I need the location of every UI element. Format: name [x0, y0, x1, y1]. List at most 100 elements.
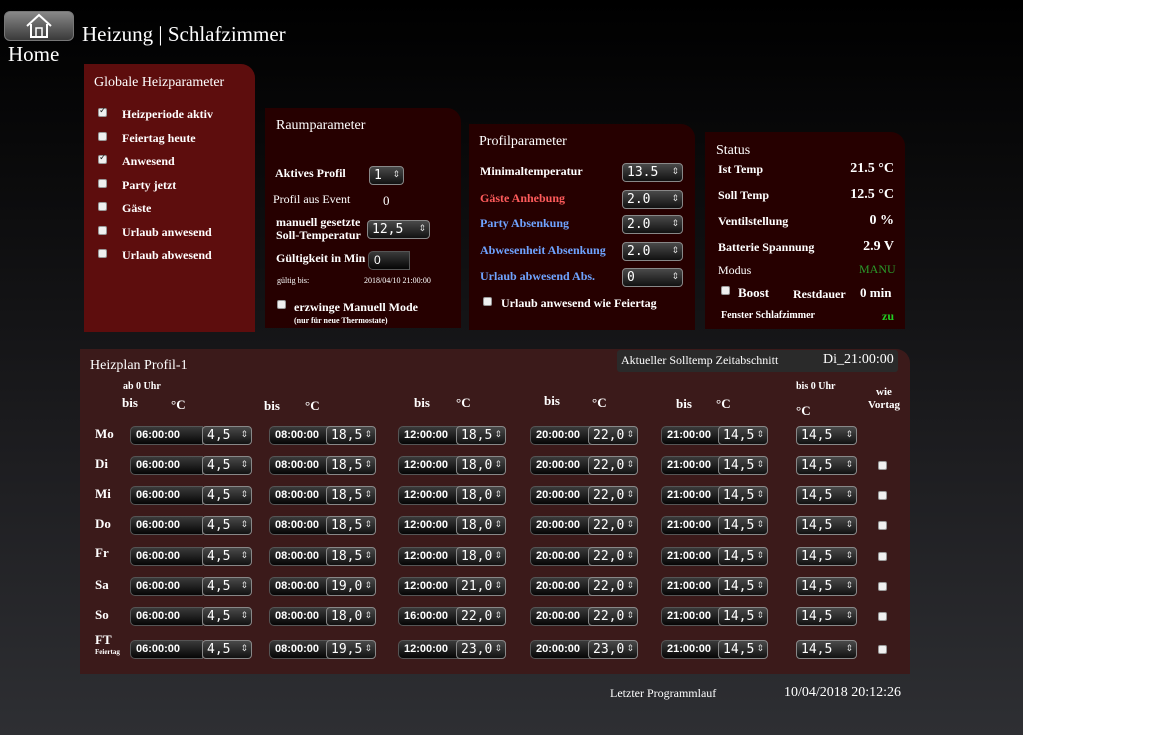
- temp-select-sa-0[interactable]: 4,5: [202, 577, 252, 596]
- manual-temp-select[interactable]: 12,5: [367, 220, 430, 239]
- temp-select-di-5[interactable]: 14,5: [796, 456, 857, 475]
- temp-select-mo-1[interactable]: 18,5: [326, 426, 376, 445]
- temp-select-mi-0[interactable]: 4,5: [202, 486, 252, 505]
- temp-select-do-1[interactable]: 18,5: [326, 516, 376, 535]
- home-button[interactable]: [4, 11, 74, 41]
- temp-select-so-2[interactable]: 22,0: [456, 607, 506, 626]
- mode-value: MANU: [859, 262, 896, 276]
- temp-select-so-1[interactable]: 18,0: [326, 607, 376, 626]
- temp-select-sa-1[interactable]: 19,0: [326, 577, 376, 596]
- temp-select-so-3[interactable]: 22,0: [588, 607, 638, 626]
- profile-row-select-0[interactable]: 13.5: [622, 163, 683, 182]
- temp-select-do-4[interactable]: 14,5: [718, 516, 768, 535]
- global-checkbox-4[interactable]: [98, 202, 107, 211]
- temp-select-ft-4[interactable]: 14,5: [718, 640, 768, 659]
- temp-select-do-3[interactable]: 22,0: [588, 516, 638, 535]
- profile-panel-title: Profilparameter: [479, 134, 567, 149]
- temp-select-do-2[interactable]: 18,0: [456, 516, 506, 535]
- temp-select-so-5[interactable]: 14,5: [796, 607, 857, 626]
- temp-select-mo-4[interactable]: 14,5: [718, 426, 768, 445]
- force-manual-note: (nur für neue Thermostate): [294, 316, 388, 325]
- global-checkbox-1[interactable]: [98, 132, 107, 141]
- temp-select-mi-3[interactable]: 22,0: [588, 486, 638, 505]
- temp-select-fr-2[interactable]: 18,0: [456, 547, 506, 566]
- time-input-do-0[interactable]: 06:00:00: [130, 516, 203, 535]
- global-checkbox-6[interactable]: [98, 249, 107, 258]
- temp-select-di-3[interactable]: 22,0: [588, 456, 638, 475]
- same-as-prev-checkbox-do[interactable]: [878, 521, 887, 530]
- temp-select-mo-5[interactable]: 14,5: [796, 426, 857, 445]
- remaining-label: Restdauer: [793, 287, 846, 301]
- validity-input[interactable]: 0: [368, 251, 410, 270]
- global-checkbox-3[interactable]: [98, 179, 107, 188]
- profile-row-select-3[interactable]: 2.0: [622, 242, 683, 261]
- global-checkbox-2[interactable]: [98, 153, 107, 164]
- temp-select-fr-4[interactable]: 14,5: [718, 547, 768, 566]
- time-input-mo-0[interactable]: 06:00:00: [130, 426, 203, 445]
- profile-row-select-1[interactable]: 2.0: [622, 190, 683, 209]
- same-as-prev-checkbox-so[interactable]: [878, 612, 887, 621]
- temp-select-so-4[interactable]: 14,5: [718, 607, 768, 626]
- global-item-label-1: Feiertag heute: [122, 131, 196, 145]
- temp-select-sa-3[interactable]: 22,0: [588, 577, 638, 596]
- temp-select-sa-5[interactable]: 14,5: [796, 577, 857, 596]
- temp-select-sa-2[interactable]: 21,0: [456, 577, 506, 596]
- active-profile-select[interactable]: 1: [369, 166, 404, 185]
- temp-select-mi-4[interactable]: 14,5: [718, 486, 768, 505]
- time-input-ft-0[interactable]: 06:00:00: [130, 640, 203, 659]
- temp-select-sa-4[interactable]: 14,5: [718, 577, 768, 596]
- time-input-fr-0[interactable]: 06:00:00: [130, 547, 203, 566]
- col-bis-header-4: bis: [676, 396, 692, 411]
- global-checkbox-5[interactable]: [98, 226, 107, 235]
- temp-select-fr-5[interactable]: 14,5: [796, 547, 857, 566]
- col-deg-header-1: °C: [305, 398, 320, 413]
- temp-select-ft-2[interactable]: 23,0: [456, 640, 506, 659]
- force-manual-checkbox[interactable]: [277, 300, 286, 309]
- temp-select-fr-1[interactable]: 18,5: [326, 547, 376, 566]
- temp-select-di-1[interactable]: 18,5: [326, 456, 376, 475]
- status-row-label-0: Ist Temp: [718, 162, 764, 176]
- global-panel-title: Globale Heizparameter: [94, 75, 225, 90]
- holiday-checkbox[interactable]: [483, 297, 492, 306]
- temp-select-so-0[interactable]: 4,5: [202, 607, 252, 626]
- window-value: zu: [882, 309, 894, 323]
- temp-select-ft-3[interactable]: 23,0: [588, 640, 638, 659]
- temp-select-mo-0[interactable]: 4,5: [202, 426, 252, 445]
- temp-select-ft-1[interactable]: 19,5: [326, 640, 376, 659]
- temp-select-mo-3[interactable]: 22,0: [588, 426, 638, 445]
- boost-label: Boost: [738, 285, 770, 300]
- day-label-mo: Mo: [95, 426, 114, 441]
- status-row-value-1: 12.5 °C: [850, 187, 894, 202]
- time-input-so-0[interactable]: 06:00:00: [130, 607, 203, 626]
- temp-select-di-0[interactable]: 4,5: [202, 456, 252, 475]
- col-bis-header-2: bis: [414, 395, 430, 410]
- temp-select-do-0[interactable]: 4,5: [202, 516, 252, 535]
- temp-select-di-4[interactable]: 14,5: [718, 456, 768, 475]
- same-as-prev-checkbox-sa[interactable]: [878, 582, 887, 591]
- temp-select-mi-1[interactable]: 18,5: [326, 486, 376, 505]
- same-as-prev-checkbox-ft[interactable]: [878, 645, 887, 654]
- temp-select-ft-0[interactable]: 4,5: [202, 640, 252, 659]
- home-label[interactable]: Home: [8, 42, 59, 67]
- temp-select-fr-0[interactable]: 4,5: [202, 547, 252, 566]
- time-input-mi-0[interactable]: 06:00:00: [130, 486, 203, 505]
- profile-row-select-2[interactable]: 2.0: [622, 215, 683, 234]
- profile-row-select-4[interactable]: 0: [622, 268, 683, 287]
- active-profile-label: Aktives Profil: [275, 166, 346, 180]
- temp-select-do-5[interactable]: 14,5: [796, 516, 857, 535]
- global-checkbox-0[interactable]: [98, 106, 107, 117]
- boost-checkbox[interactable]: [721, 286, 730, 295]
- current-period-bar: Aktueller Solltemp Zeitabschnitt Di_21:0…: [617, 350, 898, 372]
- temp-select-ft-5[interactable]: 14,5: [796, 640, 857, 659]
- same-as-prev-checkbox-di[interactable]: [878, 461, 887, 470]
- temp-select-di-2[interactable]: 18,0: [456, 456, 506, 475]
- temp-select-mi-2[interactable]: 18,0: [456, 486, 506, 505]
- same-as-prev-checkbox-mi[interactable]: [878, 491, 887, 500]
- time-input-di-0[interactable]: 06:00:00: [130, 456, 203, 475]
- holiday-label: Urlaub anwesend wie Feiertag: [501, 296, 657, 310]
- time-input-sa-0[interactable]: 06:00:00: [130, 577, 203, 596]
- temp-select-fr-3[interactable]: 22,0: [588, 547, 638, 566]
- temp-select-mo-2[interactable]: 18,5: [456, 426, 506, 445]
- temp-select-mi-5[interactable]: 14,5: [796, 486, 857, 505]
- same-as-prev-checkbox-fr[interactable]: [878, 552, 887, 561]
